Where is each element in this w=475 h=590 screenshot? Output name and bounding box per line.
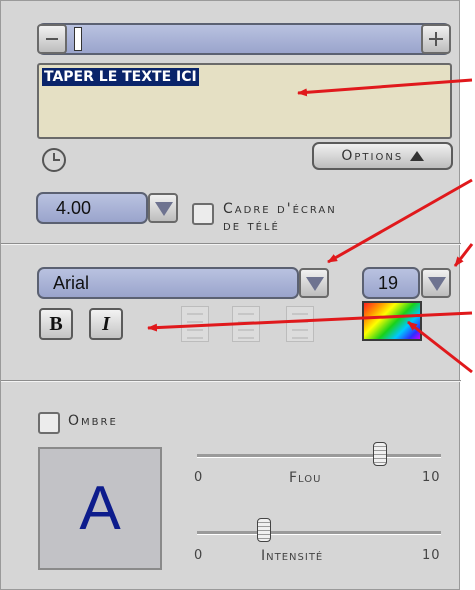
tv-frame-label-line1: Cadre d'écran — [223, 201, 337, 217]
align-right-button[interactable] — [286, 306, 314, 342]
align-center-button[interactable] — [232, 306, 260, 342]
title-panel: TAPER LE TEXTE ICI Options 4.00 Cadre d'… — [0, 0, 461, 590]
clock-icon — [42, 148, 66, 172]
triangle-up-icon — [409, 151, 424, 161]
intensity-label: Intensité — [261, 548, 324, 564]
tv-frame-checkbox[interactable] — [192, 203, 214, 225]
text-color-swatch[interactable] — [362, 301, 422, 341]
options-button[interactable]: Options — [312, 142, 453, 170]
shadow-preview: A — [38, 447, 162, 570]
plus-button[interactable] — [421, 24, 451, 54]
tv-frame-label: Cadre d'écran de télé — [223, 201, 337, 235]
blur-min-label: 0 — [194, 470, 204, 485]
chevron-down-icon — [155, 202, 173, 216]
blur-label: Flou — [289, 470, 322, 486]
divider — [1, 243, 461, 245]
font-size-select[interactable]: 19 — [362, 267, 420, 299]
chevron-down-icon — [306, 277, 324, 291]
italic-button[interactable]: I — [89, 308, 123, 340]
minus-icon — [46, 38, 58, 40]
font-family-select[interactable]: Arial — [37, 267, 299, 299]
font-size-value: 19 — [378, 273, 399, 293]
font-family-dropdown-button[interactable] — [299, 268, 329, 298]
duration-value: 4.00 — [56, 198, 92, 218]
font-size-dropdown-button[interactable] — [421, 268, 451, 298]
font-family-value: Arial — [53, 273, 90, 293]
intensity-slider-thumb[interactable] — [257, 518, 271, 542]
intensity-max-label: 10 — [422, 548, 441, 563]
bold-button[interactable]: B — [39, 308, 73, 340]
options-button-label: Options — [341, 148, 404, 164]
intensity-slider-track[interactable] — [197, 531, 441, 535]
title-text-value: TAPER LE TEXTE ICI — [42, 68, 199, 86]
shadow-checkbox[interactable] — [38, 412, 60, 434]
scroll-thumb[interactable] — [74, 27, 82, 51]
intensity-min-label: 0 — [194, 548, 204, 563]
divider — [1, 380, 461, 382]
align-left-button[interactable] — [181, 306, 209, 342]
blur-slider-thumb[interactable] — [373, 442, 387, 466]
chevron-down-icon — [428, 277, 446, 291]
blur-slider-track[interactable] — [197, 454, 441, 458]
text-scroll-bar[interactable] — [37, 23, 451, 55]
plus-icon — [429, 32, 443, 46]
shadow-label: Ombre — [68, 413, 118, 429]
bold-button-label: B — [49, 313, 63, 335]
title-text-area[interactable]: TAPER LE TEXTE ICI — [37, 63, 452, 139]
shadow-preview-letter: A — [79, 474, 121, 543]
blur-max-label: 10 — [422, 470, 441, 485]
minus-button[interactable] — [37, 24, 67, 54]
tv-frame-label-line2: de télé — [223, 218, 280, 234]
duration-dropdown-button[interactable] — [148, 193, 178, 223]
italic-button-label: I — [102, 313, 110, 335]
duration-field[interactable]: 4.00 — [36, 192, 148, 224]
